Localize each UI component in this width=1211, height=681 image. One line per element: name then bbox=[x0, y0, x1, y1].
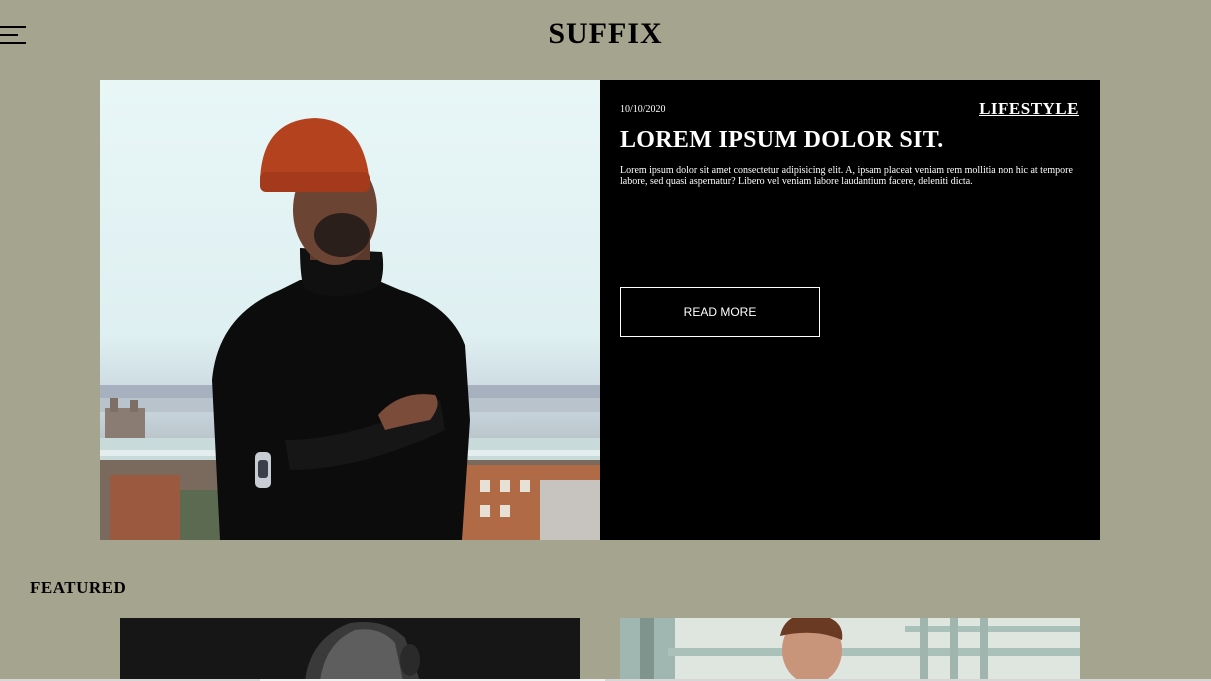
site-logo-wrapper: SUFFIX bbox=[0, 16, 1211, 52]
featured-heading: FEATURED bbox=[30, 578, 127, 597]
portrait-photo bbox=[100, 118, 600, 540]
hero-content-panel: 10/10/2020 LIFESTYLE LOREM IPSUM DOLOR S… bbox=[600, 80, 1100, 540]
portrait-photo-balcony bbox=[620, 618, 1080, 681]
category-link[interactable]: LIFESTYLE bbox=[979, 99, 1079, 119]
page: SUFFIX 10/10/2020 LIFESTYLE LOREM IPSUM … bbox=[0, 0, 1211, 681]
portrait-photo-monochrome bbox=[120, 618, 580, 681]
hero-article: 10/10/2020 LIFESTYLE LOREM IPSUM DOLOR S… bbox=[100, 80, 1100, 540]
article-excerpt: Lorem ipsum dolor sit amet consectetur a… bbox=[620, 165, 1073, 187]
hero-image bbox=[100, 80, 600, 540]
article-date: 10/10/2020 bbox=[620, 104, 666, 115]
read-more-button[interactable]: READ MORE bbox=[620, 287, 820, 337]
article-title: LOREM IPSUM DOLOR SIT. bbox=[620, 127, 944, 153]
site-logo[interactable]: SUFFIX bbox=[548, 17, 662, 50]
featured-card[interactable] bbox=[620, 618, 1080, 681]
featured-card[interactable] bbox=[120, 618, 580, 681]
